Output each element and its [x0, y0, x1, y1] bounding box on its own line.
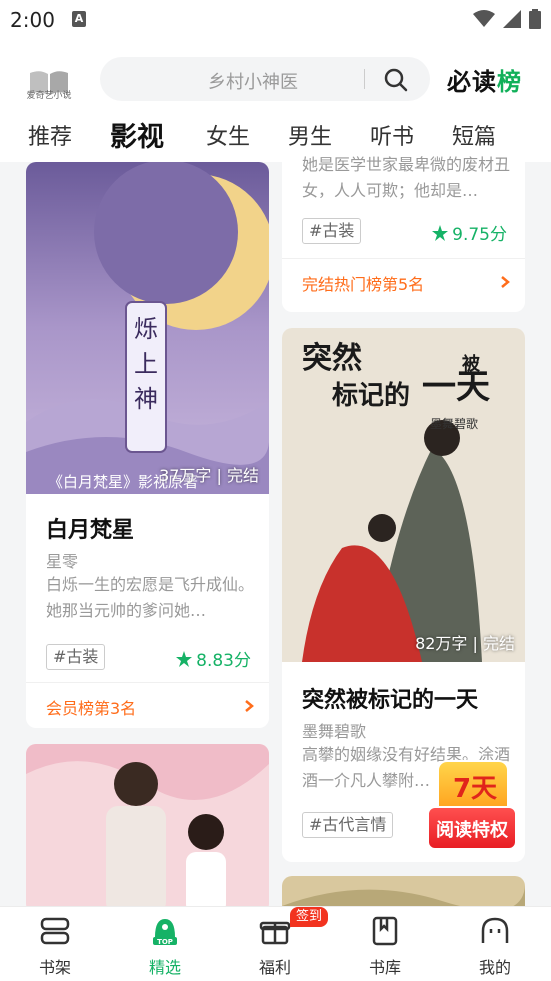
cover-tag: 82万字 | 完结	[415, 634, 515, 653]
chevron-right-icon	[501, 276, 510, 288]
svg-text:TOP: TOP	[157, 938, 173, 946]
ranking-brand-suffix: 榜	[497, 68, 522, 96]
svg-text:上: 上	[134, 350, 158, 378]
score-value: 9.75分	[452, 225, 507, 245]
bookshelf-icon	[40, 917, 70, 945]
book-cover[interactable]: 突然 标记的 一天 被 墨舞碧歌 82万字 | 完结	[282, 328, 525, 662]
book-card[interactable]: 烁 上 神 《白月梵星》影视原著 37万字 | 完结 白月梵星 星零 白烁一生的…	[26, 162, 269, 728]
nav-label: 福利	[258, 958, 291, 977]
cover-illustration: 烁 上 神 《白月梵星》影视原著	[26, 162, 269, 494]
ranking-brand-prefix: 必读	[447, 68, 497, 96]
status-icons	[473, 8, 541, 30]
cover-illustration	[26, 744, 269, 914]
nav-label: 我的	[478, 958, 511, 977]
nav-label: 书库	[368, 958, 401, 977]
notification-icon: A	[72, 11, 86, 27]
wifi-icon	[473, 10, 495, 27]
search-bar[interactable]: 乡村小神医	[100, 57, 430, 101]
must-read-ranking-button[interactable]: 必读榜	[447, 62, 522, 97]
check-in-badge[interactable]: 签到	[290, 907, 329, 927]
cover-author: 墨舞碧歌	[430, 416, 478, 431]
book-card[interactable]	[26, 744, 269, 914]
search-input[interactable]: 乡村小神医	[208, 68, 298, 94]
promo-text-box: 阅读特权	[427, 806, 517, 850]
library-icon	[372, 916, 398, 946]
svg-text:神: 神	[134, 385, 158, 413]
nav-featured[interactable]: TOP 精选	[110, 907, 220, 981]
book-cover[interactable]	[26, 744, 269, 914]
search-icon[interactable]	[383, 67, 409, 93]
svg-text:突然: 突然	[302, 341, 362, 376]
search-divider	[364, 69, 365, 89]
nav-label: 精选	[148, 958, 181, 977]
score-value: 8.83分	[196, 651, 251, 671]
gift-icon	[259, 921, 291, 945]
cover-tag: 37万字 | 完结	[159, 466, 259, 485]
logo-text: 爱奇艺小说	[26, 91, 72, 101]
svg-text:被: 被	[462, 353, 481, 375]
tab-film-tv[interactable]: 影视	[110, 115, 164, 154]
battery-icon	[529, 9, 541, 29]
status-time: 2:00	[10, 8, 55, 32]
tab-audiobooks[interactable]: 听书	[370, 119, 414, 151]
bottom-nav: 书架 TOP 精选 福利 签到 书库 我的	[0, 906, 551, 981]
nav-profile[interactable]: 我的	[440, 907, 550, 981]
book-title[interactable]: 白月梵星	[46, 512, 134, 544]
book-description: 她是医学世家最卑微的废材丑女，人人可欺；他却是…	[302, 155, 511, 200]
book-card[interactable]: 她是医学世家最卑微的废材丑女，人人可欺；他却是… #古装 9.75分 完结热门榜…	[282, 152, 525, 312]
promo-text: 阅读特权	[436, 820, 508, 841]
app-screen: 2:00 A 爱奇艺小说 乡村小神医 必读榜 推荐 影视 女生 男生 听书 短篇…	[0, 0, 551, 981]
chevron-right-icon	[245, 700, 254, 712]
tab-short-stories[interactable]: 短篇	[452, 119, 496, 151]
cover-illustration: 突然 标记的 一天 被 墨舞碧歌	[282, 328, 525, 662]
nav-library[interactable]: 书库	[330, 907, 440, 981]
genre-tag[interactable]: #古装	[302, 218, 362, 244]
book-author: 墨舞碧歌	[302, 722, 367, 741]
nav-label: 书架	[38, 958, 71, 977]
book-score: 8.83分	[176, 646, 251, 671]
header: 爱奇艺小说 乡村小神医 必读榜	[0, 40, 551, 112]
book-title[interactable]: 突然被标记的一天	[302, 682, 478, 714]
tab-female[interactable]: 女生	[206, 119, 250, 151]
rank-link[interactable]: 会员榜第3名	[26, 682, 269, 728]
star-icon	[432, 224, 449, 241]
signal-icon	[503, 10, 521, 28]
promo-days: 7天	[452, 774, 498, 804]
book-author: 星零	[46, 552, 79, 571]
book-score: 9.75分	[432, 220, 507, 245]
svg-text:标记的: 标记的	[332, 380, 410, 411]
genre-tag[interactable]: #古代言情	[302, 812, 394, 838]
rank-text: 完结热门榜第5名	[302, 275, 425, 294]
svg-text:烁: 烁	[134, 315, 158, 343]
tab-recommend[interactable]: 推荐	[28, 119, 72, 151]
profile-icon	[481, 917, 509, 943]
genre-tag[interactable]: #古装	[46, 644, 106, 670]
reading-privilege-promo[interactable]: 7天 阅读特权	[425, 760, 517, 854]
status-bar: 2:00 A	[0, 0, 551, 40]
rank-link[interactable]: 完结热门榜第5名	[282, 258, 525, 304]
book-cover[interactable]: 烁 上 神 《白月梵星》影视原著 37万字 | 完结	[26, 162, 269, 494]
rank-text: 会员榜第3名	[46, 699, 137, 718]
star-icon	[176, 650, 193, 667]
book-description: 白烁一生的宏愿是飞升成仙。她那当元帅的爹问她…	[46, 575, 255, 620]
tab-male[interactable]: 男生	[288, 119, 332, 151]
nav-bookshelf[interactable]: 书架	[0, 907, 110, 981]
top-rank-icon: TOP	[153, 919, 177, 946]
